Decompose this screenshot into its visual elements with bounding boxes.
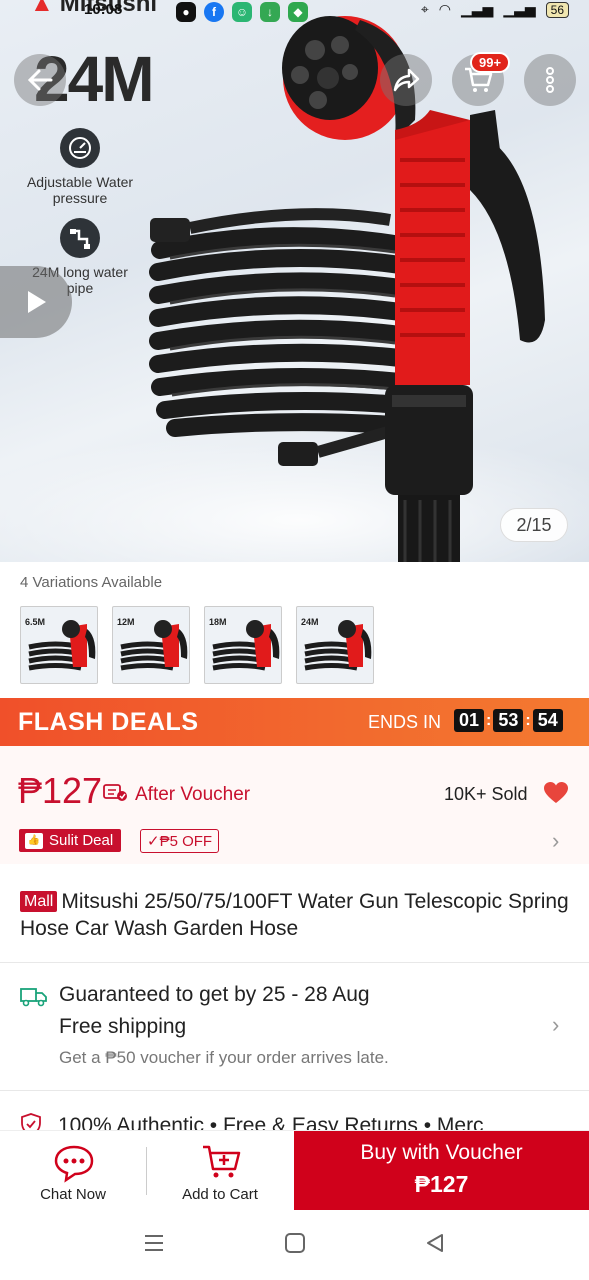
battery-icon: 56 [545,1,569,18]
chat-now-label: Chat Now [40,1186,106,1203]
discount-off-tag: ✓₱5 OFF [140,829,220,853]
product-price: ₱127 [18,770,103,811]
divider [0,962,589,963]
sulit-deal-badge: 👍 Sulit Deal [19,829,122,852]
variation-thumb[interactable]: 12M [112,606,190,684]
wifi-icon: ◠ [438,1,452,17]
status-system-icons: ⌖ ◠ ▁▃▅ ▁▃▅ 56 [421,1,569,18]
variation-thumb[interactable]: 18M [204,606,282,684]
menu-recents-icon[interactable] [143,1232,165,1254]
cart-count-badge: 99+ [470,52,511,73]
pressure-gauge-icon [60,128,100,168]
chevron-right-icon: › [552,828,560,853]
status-app-icons: ● f ☺ ↓ ◆ [176,2,308,22]
play-icon [28,291,46,313]
variation-thumb[interactable]: 6.5M [20,606,98,684]
share-icon [393,68,420,92]
image-page-counter: 2/15 [500,508,568,542]
status-time: 10:08 [84,1,123,18]
voucher-icon [103,784,127,801]
variation-size-label: 18M [209,617,227,627]
home-square-icon[interactable] [284,1232,306,1254]
variation-size-label: 6.5M [25,617,46,627]
check-icon: ✓ [147,833,160,850]
signal-icon: ▁▃▅ [461,1,494,17]
chevron-right-icon: › [552,1012,560,1037]
feature-adjustable-pressure: Adjustable Water pressure [20,128,140,206]
facebook-notification-icon: f [204,2,224,22]
variation-size-label: 12M [117,617,135,627]
back-button[interactable] [14,54,66,106]
pipe-icon [60,218,100,258]
messenger-notification-icon: ● [176,2,196,22]
back-triangle-icon[interactable] [424,1232,446,1254]
back-arrow-icon [27,69,53,91]
security-notification-icon: ◆ [288,2,308,22]
timer-minutes: 53 [493,709,524,732]
system-navigation-bar [0,1210,589,1280]
timer-hours: 01 [454,709,485,732]
price-section[interactable]: ₱127 After Voucher 10K+ Sold 👍 Sulit Dea… [0,746,589,864]
shipping-guarantee[interactable]: Guaranteed to get by 25 - 28 Aug [59,983,370,1007]
add-cart-icon [203,1145,241,1178]
sold-count: 10K+ Sold [444,784,528,804]
product-title-text: Mitsushi 25/50/75/100FT Water Gun Telesc… [20,890,569,940]
variation-thumbnails: 6.5M 12M 18M 24M [20,606,374,684]
chat-bubble-icon [54,1145,94,1183]
hose-connector-top [150,218,190,242]
heart-favorite-icon[interactable] [543,781,569,805]
buy-button-label: Buy with Voucher [360,1141,523,1164]
more-vertical-icon [546,67,554,93]
flash-ends-in-label: ENDS IN [368,712,442,732]
buy-button-price: ₱127 [414,1171,469,1197]
after-voucher-label: After Voucher [135,784,251,805]
more-options-button[interactable] [524,54,576,106]
chat-now-button[interactable]: Chat Now [0,1131,146,1211]
signal-2-icon: ▁▃▅ [503,1,536,17]
play-video-button[interactable] [0,266,72,338]
location-icon: ⌖ [420,1,429,17]
download-notification-icon: ↓ [260,2,280,22]
status-bar: 10:08 ● f ☺ ↓ ◆ ⌖ ◠ ▁▃▅ ▁▃▅ 56 [0,0,589,26]
share-button[interactable] [380,54,432,106]
chat-notification-icon: ☺ [232,2,252,22]
coiled-hose [149,227,409,437]
late-voucher-note: Get a ₱50 voucher if your order arrives … [59,1048,389,1067]
variation-thumb[interactable]: 24M [296,606,374,684]
free-shipping-label: Free shipping [59,1015,187,1038]
flash-countdown-timer: 01: 53: 54 [454,709,563,732]
delivery-truck-icon [20,988,47,1007]
spray-gun-trigger [470,130,545,343]
variation-size-label: 24M [301,617,319,627]
spray-nozzle-head [282,16,470,140]
hose-connector-bottom [278,442,318,466]
flash-deals-title: FLASH DEALS [18,708,199,736]
flash-deals-banner[interactable]: FLASH DEALS ENDS IN 01: 53: 54 [0,698,589,746]
product-image-carousel[interactable]: ▲ Mitsushi 24M 10:08 ● f ☺ ↓ ◆ ⌖ ◠ ▁▃▅ ▁▃… [0,0,589,562]
product-title: Mall Mitsushi 25/50/75/100FT Water Gun Te… [20,888,570,942]
thumbs-up-icon: 👍 [25,832,43,849]
timer-seconds: 54 [532,709,563,732]
variations-label: 4 Variations Available [20,574,163,591]
mall-badge: Mall [20,891,58,912]
add-to-cart-button[interactable]: Add to Cart [147,1131,293,1211]
add-to-cart-label: Add to Cart [182,1186,258,1203]
bottom-action-bar: Chat Now Add to Cart Buy with Voucher ₱1… [0,1130,589,1211]
divider [0,1090,589,1091]
buy-with-voucher-button[interactable]: Buy with Voucher ₱127 [294,1131,589,1211]
